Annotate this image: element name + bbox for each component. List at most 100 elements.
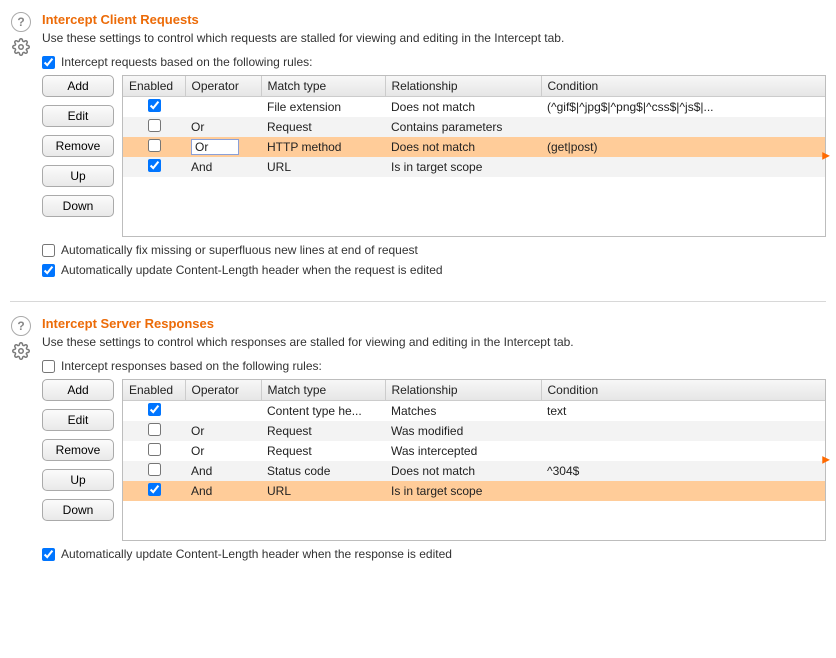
row-rel-cell[interactable]: Matches: [385, 401, 541, 422]
row-operator-cell[interactable]: Or: [185, 137, 261, 157]
edit-button[interactable]: Edit: [42, 105, 114, 127]
responses-rules-table[interactable]: Enabled Operator Match type Relationship…: [122, 379, 826, 541]
row-rel-cell[interactable]: Does not match: [385, 137, 541, 157]
row-match-cell[interactable]: Request: [261, 441, 385, 461]
section-description: Use these settings to control which resp…: [42, 335, 826, 349]
req-opt-content-length-checkbox[interactable]: [42, 264, 55, 277]
row-match-cell[interactable]: HTTP method: [261, 137, 385, 157]
scroll-right-icon[interactable]: ▶: [822, 151, 830, 162]
gear-icon[interactable]: [12, 38, 30, 56]
req-opt-fix-newlines-label: Automatically fix missing or superfluous…: [61, 243, 418, 257]
remove-button[interactable]: Remove: [42, 135, 114, 157]
req-opt-content-length-label: Automatically update Content-Length head…: [61, 263, 443, 277]
table-row[interactable]: File extensionDoes not match(^gif$|^jpg$…: [123, 97, 825, 118]
gear-icon[interactable]: [12, 342, 30, 360]
row-match-cell[interactable]: URL: [261, 157, 385, 177]
req-opt-fix-newlines-checkbox[interactable]: [42, 244, 55, 257]
row-enabled-checkbox[interactable]: [148, 119, 161, 132]
row-match-cell[interactable]: URL: [261, 481, 385, 501]
row-operator-cell[interactable]: And: [185, 461, 261, 481]
col-enabled[interactable]: Enabled: [123, 380, 185, 401]
row-cond-cell[interactable]: [541, 157, 825, 177]
down-button[interactable]: Down: [42, 499, 114, 521]
resp-opt-content-length-checkbox[interactable]: [42, 548, 55, 561]
row-operator-cell[interactable]: [185, 97, 261, 118]
row-operator-cell[interactable]: Or: [185, 421, 261, 441]
row-enabled-checkbox[interactable]: [148, 159, 161, 172]
table-row[interactable]: Content type he...Matchestext: [123, 401, 825, 422]
resp-opt-content-length[interactable]: Automatically update Content-Length head…: [42, 547, 826, 561]
row-cond-cell[interactable]: text: [541, 401, 825, 422]
col-enabled[interactable]: Enabled: [123, 76, 185, 97]
col-relationship[interactable]: Relationship: [385, 76, 541, 97]
row-rel-cell[interactable]: Is in target scope: [385, 157, 541, 177]
row-operator-cell[interactable]: Or: [185, 441, 261, 461]
row-match-cell[interactable]: Content type he...: [261, 401, 385, 422]
help-icon[interactable]: ?: [11, 12, 31, 32]
intercept-toggle-checkbox[interactable]: [42, 360, 55, 373]
row-cond-cell[interactable]: (^gif$|^jpg$|^png$|^css$|^js$|...: [541, 97, 825, 118]
scroll-right-icon[interactable]: ▶: [822, 455, 830, 466]
row-rel-cell[interactable]: Does not match: [385, 461, 541, 481]
add-button[interactable]: Add: [42, 379, 114, 401]
row-cond-cell[interactable]: ^304$: [541, 461, 825, 481]
edit-button[interactable]: Edit: [42, 409, 114, 431]
up-button[interactable]: Up: [42, 165, 114, 187]
table-row[interactable]: OrHTTP methodDoes not match(get|post): [123, 137, 825, 157]
up-button[interactable]: Up: [42, 469, 114, 491]
requests-rules-table[interactable]: Enabled Operator Match type Relationship…: [122, 75, 826, 237]
row-enabled-checkbox[interactable]: [148, 443, 161, 456]
row-operator-cell[interactable]: And: [185, 157, 261, 177]
row-rel-cell[interactable]: Was modified: [385, 421, 541, 441]
resp-opt-content-length-label: Automatically update Content-Length head…: [61, 547, 452, 561]
row-rel-cell[interactable]: Is in target scope: [385, 481, 541, 501]
row-match-cell[interactable]: Status code: [261, 461, 385, 481]
table-row[interactable]: AndURLIs in target scope: [123, 481, 825, 501]
row-cond-cell[interactable]: [541, 117, 825, 137]
col-match[interactable]: Match type: [261, 380, 385, 401]
table-row[interactable]: OrRequestWas modified: [123, 421, 825, 441]
table-row[interactable]: OrRequestWas intercepted: [123, 441, 825, 461]
row-cond-cell[interactable]: [541, 421, 825, 441]
col-relationship[interactable]: Relationship: [385, 380, 541, 401]
col-operator[interactable]: Operator: [185, 380, 261, 401]
remove-button[interactable]: Remove: [42, 439, 114, 461]
add-button[interactable]: Add: [42, 75, 114, 97]
row-enabled-checkbox[interactable]: [148, 483, 161, 496]
row-rel-cell[interactable]: Does not match: [385, 97, 541, 118]
table-row[interactable]: AndURLIs in target scope: [123, 157, 825, 177]
row-enabled-checkbox[interactable]: [148, 99, 161, 112]
row-cond-cell[interactable]: (get|post): [541, 137, 825, 157]
help-icon[interactable]: ?: [11, 316, 31, 336]
col-match[interactable]: Match type: [261, 76, 385, 97]
table-row[interactable]: AndStatus codeDoes not match^304$: [123, 461, 825, 481]
intercept-toggle-checkbox[interactable]: [42, 56, 55, 69]
req-opt-content-length[interactable]: Automatically update Content-Length head…: [42, 263, 826, 277]
col-operator[interactable]: Operator: [185, 76, 261, 97]
row-enabled-checkbox[interactable]: [148, 423, 161, 436]
row-cond-cell[interactable]: [541, 481, 825, 501]
row-operator-cell[interactable]: And: [185, 481, 261, 501]
req-opt-fix-newlines[interactable]: Automatically fix missing or superfluous…: [42, 243, 826, 257]
down-button[interactable]: Down: [42, 195, 114, 217]
row-enabled-checkbox[interactable]: [148, 403, 161, 416]
row-rel-cell[interactable]: Was intercepted: [385, 441, 541, 461]
row-enabled-checkbox[interactable]: [148, 463, 161, 476]
section-description: Use these settings to control which requ…: [42, 31, 826, 45]
intercept-toggle[interactable]: Intercept requests based on the followin…: [42, 55, 826, 69]
intercept-toggle-label: Intercept responses based on the followi…: [61, 359, 322, 373]
row-match-cell[interactable]: File extension: [261, 97, 385, 118]
row-operator-cell[interactable]: [185, 401, 261, 422]
row-cond-cell[interactable]: [541, 441, 825, 461]
row-match-cell[interactable]: Request: [261, 421, 385, 441]
row-operator-cell[interactable]: Or: [185, 117, 261, 137]
intercept-toggle[interactable]: Intercept responses based on the followi…: [42, 359, 826, 373]
section-title: Intercept Server Responses: [42, 316, 826, 331]
row-enabled-checkbox[interactable]: [148, 139, 161, 152]
intercept-toggle-label: Intercept requests based on the followin…: [61, 55, 312, 69]
col-condition[interactable]: Condition: [541, 76, 825, 97]
col-condition[interactable]: Condition: [541, 380, 825, 401]
row-match-cell[interactable]: Request: [261, 117, 385, 137]
row-rel-cell[interactable]: Contains parameters: [385, 117, 541, 137]
table-row[interactable]: OrRequestContains parameters: [123, 117, 825, 137]
